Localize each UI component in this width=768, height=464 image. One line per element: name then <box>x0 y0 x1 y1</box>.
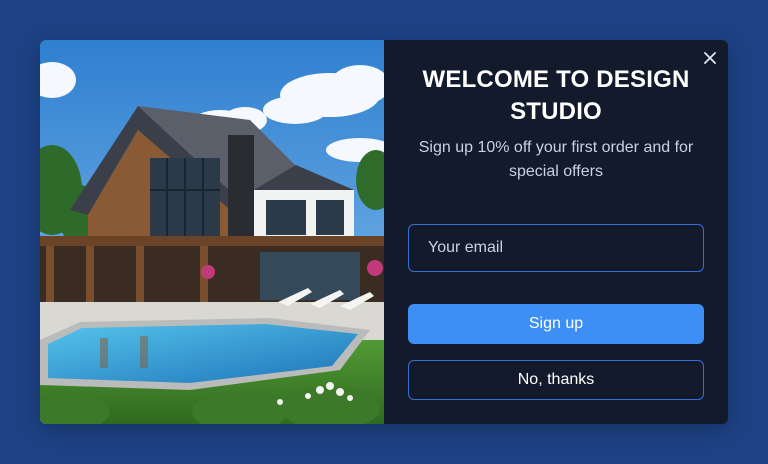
house-photo <box>40 40 384 424</box>
close-icon <box>704 52 716 64</box>
modal-subtitle: Sign up 10% off your first order and for… <box>418 139 694 180</box>
email-field[interactable] <box>408 224 704 272</box>
no-thanks-button[interactable]: No, thanks <box>408 360 704 400</box>
sign-up-button[interactable]: Sign up <box>408 304 704 344</box>
modal-title: WELCOME TO DESIGN STUDIO <box>422 66 690 125</box>
signup-modal: WELCOME TO DESIGN STUDIO Sign up 10% off… <box>40 40 728 424</box>
house-illustration <box>40 40 384 424</box>
close-button[interactable] <box>700 48 720 68</box>
signup-panel: WELCOME TO DESIGN STUDIO Sign up 10% off… <box>384 40 728 424</box>
